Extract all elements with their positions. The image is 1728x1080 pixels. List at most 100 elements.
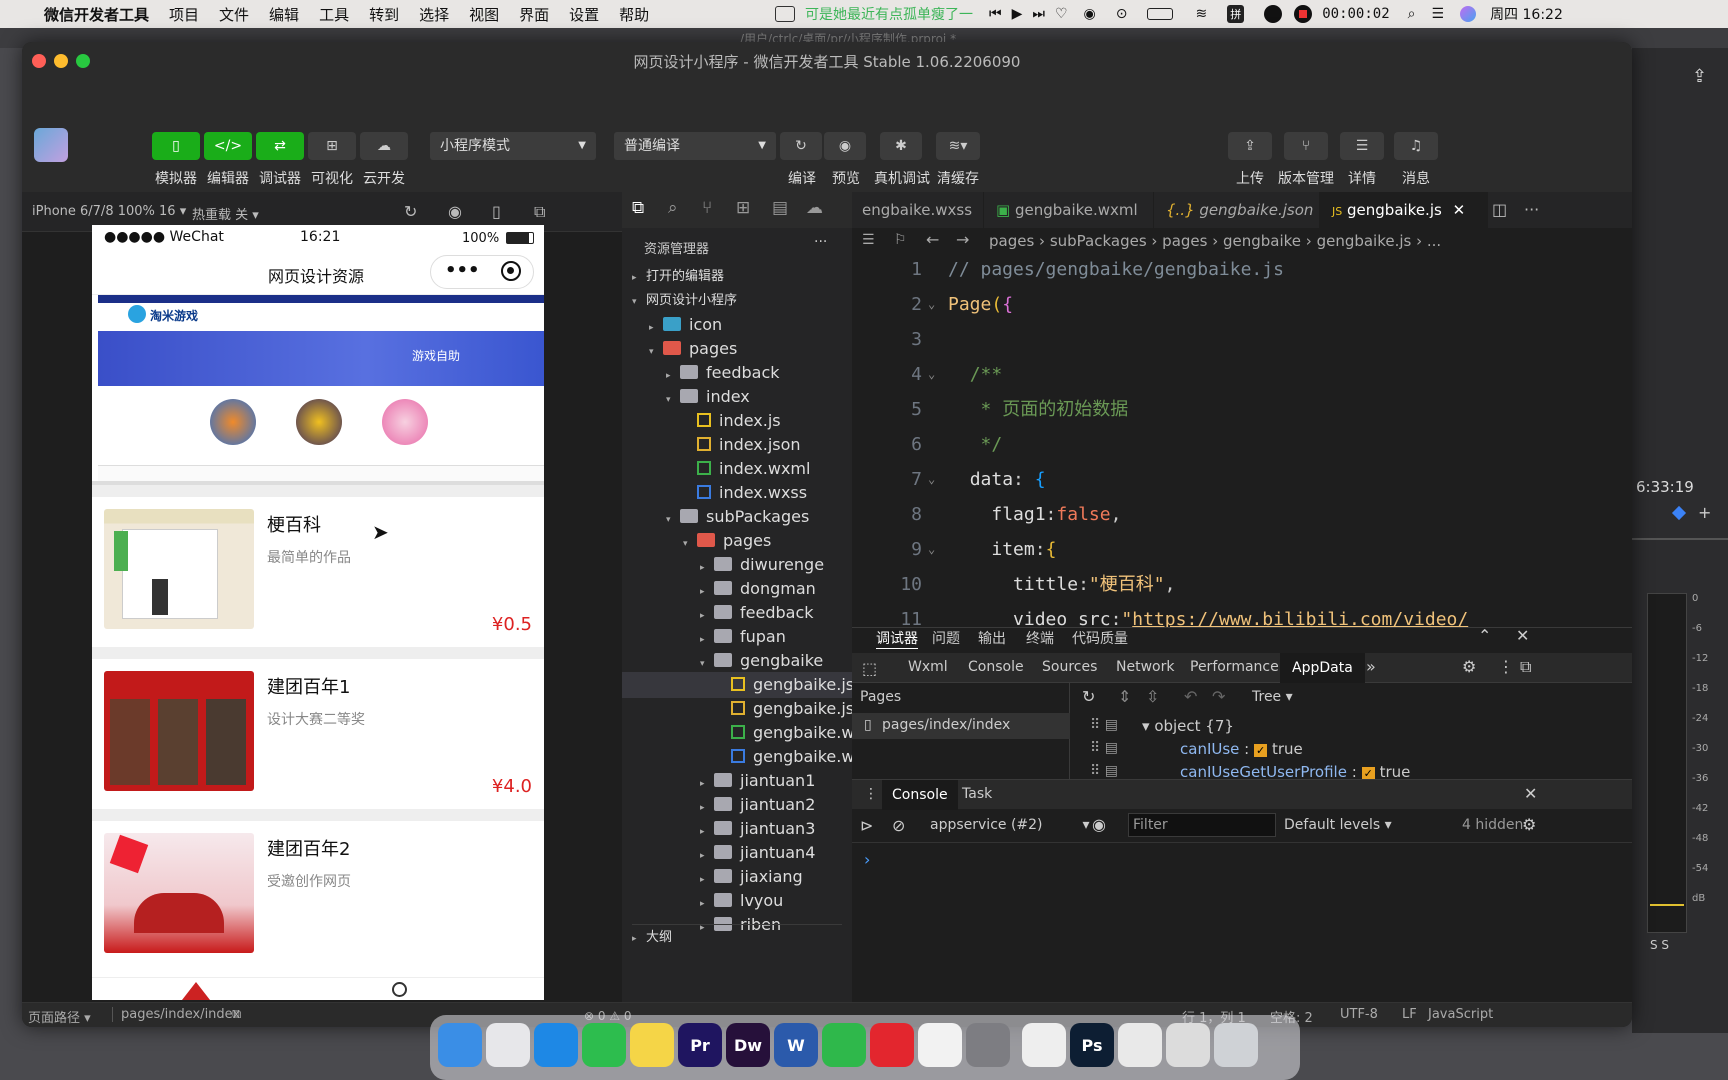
tab-terminal[interactable]: 终端	[1026, 628, 1054, 648]
play-circle-icon[interactable]: ⊙	[1116, 6, 1128, 22]
system-prefs-icon[interactable]	[966, 1023, 1010, 1067]
code-line[interactable]: 2 Page({⌄	[852, 287, 1632, 322]
search-icon[interactable]: ⌕	[668, 198, 678, 218]
code-text[interactable]: flag1:false,	[948, 497, 1121, 532]
battery-icon[interactable]	[1147, 8, 1174, 20]
tree-folder[interactable]: ▾ gengbaike	[700, 648, 823, 674]
code-text[interactable]: */	[948, 427, 1003, 462]
code-line[interactable]: 11 video_src:"https://www.bilibili.com/v…	[852, 602, 1632, 627]
code-text[interactable]: item:{	[948, 532, 1056, 567]
code-text[interactable]: video_src:"https://www.bilibili.com/vide…	[948, 602, 1468, 627]
tab-appdata[interactable]: AppData	[1280, 653, 1365, 683]
code-line[interactable]: 8 flag1:false,	[852, 497, 1632, 532]
expand-icon[interactable]: ⇳	[1146, 687, 1159, 706]
list-icon[interactable]: ☰	[862, 232, 875, 248]
fold-icon[interactable]: ⌄	[928, 357, 935, 392]
launchpad-icon[interactable]	[486, 1023, 530, 1067]
menu-item[interactable]: 项目	[169, 4, 199, 25]
preview-button[interactable]: ◉	[824, 132, 866, 160]
visual-button[interactable]: ⊞	[308, 132, 356, 160]
preview-icon[interactable]	[1166, 1023, 1210, 1067]
add-icon[interactable]: +	[1698, 503, 1711, 522]
remote-debug-button[interactable]: ✱	[880, 132, 922, 160]
kebab-icon[interactable]: ⋮	[1498, 657, 1514, 676]
tree-file[interactable]: index.js	[683, 408, 781, 434]
tree-folder[interactable]: ▸ fupan	[700, 624, 786, 650]
encoding[interactable]: UTF-8	[1340, 1007, 1378, 1022]
window-icon[interactable]: ⧉	[534, 202, 545, 222]
finder-icon[interactable]	[438, 1023, 482, 1067]
tree-folder[interactable]: ▾ pages	[649, 336, 737, 362]
tree-root[interactable]: ▾ object {7}	[1142, 717, 1234, 735]
tree-file[interactable]: index.json	[683, 432, 801, 458]
tab-console-drawer[interactable]: Console	[882, 780, 958, 810]
refresh-icon[interactable]: ↻	[1082, 687, 1095, 706]
levels-select[interactable]: Default levels ▾	[1284, 817, 1392, 833]
code-line[interactable]: 7 data: {⌄	[852, 462, 1632, 497]
dreamweaver-icon[interactable]: Dw	[726, 1023, 770, 1067]
list-item[interactable]: 梗百科 最简单的作品 ¥0.5	[92, 497, 544, 647]
redo-icon[interactable]: ↷	[1212, 687, 1225, 706]
close-window-button[interactable]	[32, 54, 46, 68]
notes-icon[interactable]	[630, 1023, 674, 1067]
fold-icon[interactable]: ⌄	[928, 462, 935, 497]
tree-folder[interactable]: ▸ jiantuan4	[700, 840, 815, 866]
tab-task[interactable]: Task	[962, 786, 992, 802]
menu-item[interactable]: 工具	[319, 4, 349, 25]
tree-item[interactable]: canIUse : ✓ true	[1180, 740, 1303, 758]
code-text[interactable]: // pages/gengbaike/gengbaike.js	[948, 254, 1284, 287]
tree-folder[interactable]: ▸ diwurenge	[700, 552, 824, 578]
fold-icon[interactable]: ⌄	[928, 532, 935, 567]
tab-sources[interactable]: Sources	[1042, 659, 1097, 675]
tab-wxml[interactable]: ▣ gengbaike.wxml	[984, 192, 1154, 228]
copy-icon[interactable]: ⧉	[232, 1007, 241, 1022]
tab-json[interactable]: {..} gengbaike.json	[1154, 192, 1320, 228]
tree-folder[interactable]: ▸ feedback	[666, 360, 780, 386]
music-icon[interactable]	[822, 1023, 866, 1067]
code-line[interactable]: 6 */	[852, 427, 1632, 462]
stop-icon[interactable]: ◉	[448, 202, 462, 221]
menu-app-name[interactable]: 微信开发者工具	[44, 4, 149, 25]
settings-icon[interactable]: ⚙	[1462, 657, 1476, 676]
wechat-icon[interactable]	[1118, 1023, 1162, 1067]
share-icon[interactable]: ⇪	[1692, 66, 1707, 87]
menu-item[interactable]: 转到	[369, 4, 399, 25]
console-prompt[interactable]: ›	[864, 850, 870, 869]
tree-folder[interactable]: ▾ subPackages	[666, 504, 809, 530]
wifi-icon[interactable]: ≋	[1195, 6, 1207, 22]
forward-icon[interactable]: →	[956, 230, 969, 249]
tab-performance[interactable]: Performance	[1190, 659, 1279, 675]
close-panel-icon[interactable]: ✕	[1516, 626, 1529, 645]
code-line[interactable]: 3	[852, 322, 1632, 357]
word-icon[interactable]: W	[774, 1023, 818, 1067]
bookmark-icon[interactable]: ⚐	[894, 232, 907, 248]
dock-icon[interactable]: ⧉	[1520, 657, 1531, 677]
code-text[interactable]: Page({	[948, 287, 1013, 322]
context-select[interactable]: appservice (#2) ▾	[930, 817, 1090, 833]
banner-image[interactable]: 淘米游戏 游戏自助	[92, 295, 544, 485]
tab-problems[interactable]: 问题	[932, 628, 960, 648]
source-control-icon[interactable]: ⑂	[702, 198, 712, 218]
hot-reload-toggle[interactable]: 热重载 关 ▾	[192, 204, 259, 223]
breadcrumb[interactable]: pages › subPackages › pages › gengbaike …	[989, 232, 1441, 250]
sidebar-toggle-icon[interactable]: ⊳	[860, 816, 873, 835]
tree-file[interactable]: gengbaike.js	[622, 672, 854, 698]
lyrics-icon[interactable]	[775, 6, 795, 22]
checkbox-icon[interactable]: ✓	[1254, 744, 1268, 757]
tree-folder[interactable]: ▸ icon	[649, 312, 722, 338]
list-item[interactable]: 建团百年1 设计大赛二等奖 ¥4.0	[92, 659, 544, 809]
netease-music-icon[interactable]	[870, 1023, 914, 1067]
menu-item[interactable]: 界面	[519, 4, 549, 25]
filter-input[interactable]: Filter	[1128, 813, 1276, 837]
menu-item[interactable]: 帮助	[619, 4, 649, 25]
close-drawer-icon[interactable]: ✕	[1524, 784, 1537, 803]
input-method-icon[interactable]: 拼	[1227, 5, 1245, 23]
fold-icon[interactable]: ⌄	[928, 287, 935, 322]
project-section[interactable]: ▾ 网页设计小程序	[632, 288, 737, 314]
drawer-menu-icon[interactable]: ⋮	[864, 786, 878, 802]
clear-console-icon[interactable]: ⊘	[892, 816, 905, 835]
pause-record-icon[interactable]	[1264, 5, 1283, 23]
tab-code-quality[interactable]: 代码质量	[1072, 628, 1128, 648]
tab-console[interactable]: Console	[968, 659, 1024, 675]
phone-icon[interactable]: ▯	[492, 202, 501, 221]
